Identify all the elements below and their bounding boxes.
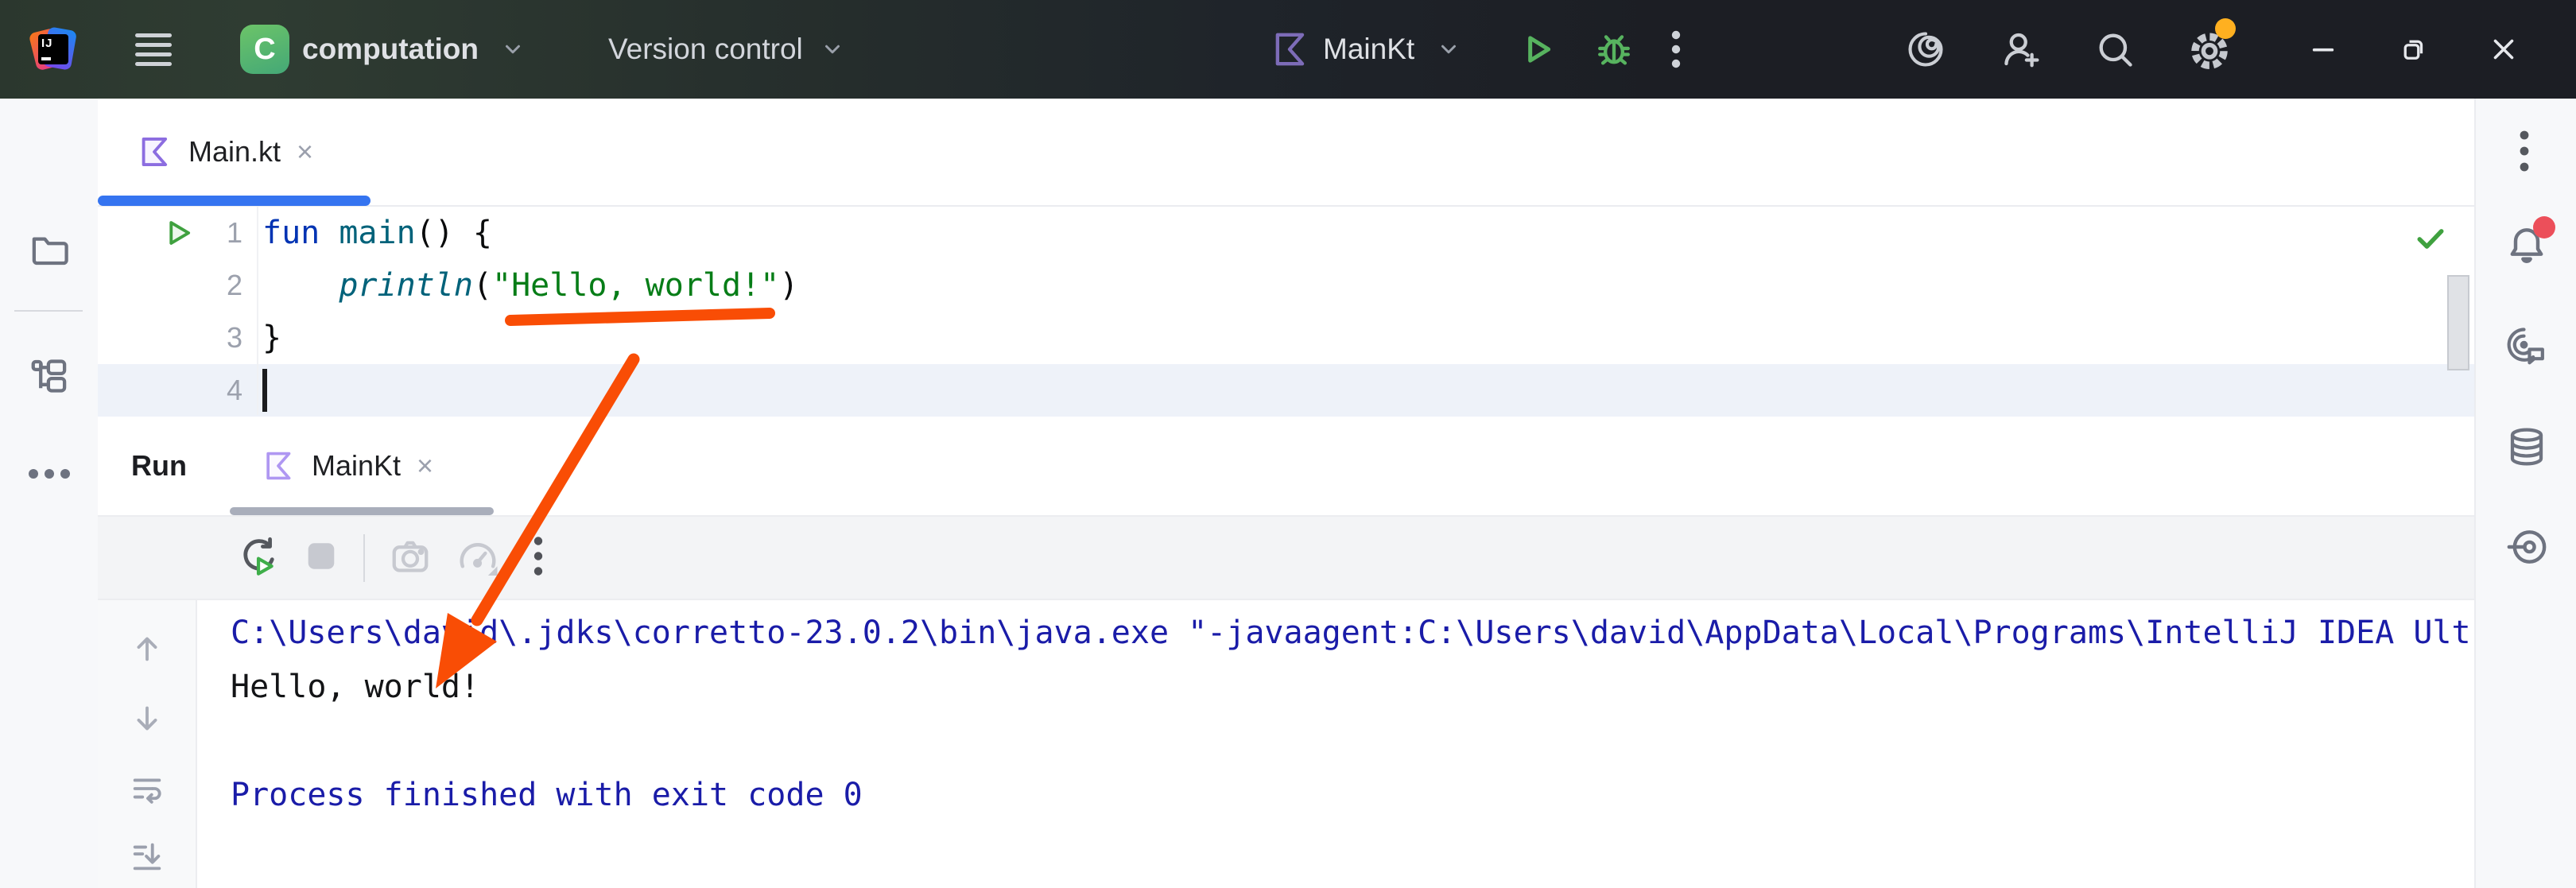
- left-tool-window-bar: [0, 99, 99, 888]
- title-bar: IJ C computation Version control MainKt: [0, 0, 2576, 99]
- right-tool-window-bar: [2474, 99, 2576, 888]
- project-widget[interactable]: C computation: [240, 0, 525, 99]
- inspections-ok-icon[interactable]: [2413, 221, 2448, 260]
- down-arrow-icon[interactable]: [129, 700, 165, 741]
- minimize-button[interactable]: [2310, 36, 2337, 63]
- titlebar-right-icons: [1905, 0, 2231, 99]
- active-tab-indicator: [98, 196, 370, 206]
- ai-spiral-icon[interactable]: [1905, 29, 1946, 70]
- text-caret: [262, 369, 267, 412]
- run-tab-indicator: [230, 507, 494, 515]
- close-tab-icon[interactable]: ×: [297, 138, 313, 166]
- notifications-bell-icon[interactable]: [2504, 223, 2549, 271]
- structure-icon[interactable]: [28, 355, 71, 401]
- project-folder-icon[interactable]: [28, 227, 71, 274]
- chevron-down-icon: [1437, 37, 1461, 61]
- search-icon[interactable]: [2094, 29, 2136, 70]
- vcs-label: Version control: [608, 33, 803, 66]
- gradle-icon[interactable]: [2504, 525, 2549, 573]
- scrollbar-thumb[interactable]: [2447, 275, 2469, 370]
- console-output: C:\Users\david\.jdks\corretto-23.0.2\bin…: [231, 606, 2471, 822]
- console-line: C:\Users\david\.jdks\corretto-23.0.2\bin…: [231, 606, 2471, 660]
- tab-main-kt[interactable]: Main.kt ×: [130, 99, 320, 205]
- profiler-gauge-icon[interactable]: [456, 533, 500, 582]
- divider: [14, 310, 83, 312]
- code-lines: fun main() { println("Hello, world!")}: [262, 207, 2409, 417]
- code-line: fun main() {: [262, 207, 2409, 259]
- console-toolbar: [98, 600, 197, 888]
- settings-gear-icon[interactable]: [2188, 28, 2231, 71]
- soft-wrap-icon[interactable]: [129, 770, 165, 811]
- code-editor[interactable]: 1234 fun main() { println("Hello, world!…: [98, 207, 2474, 417]
- console-line: Hello, world!: [231, 660, 2471, 714]
- line-number: 2: [195, 259, 242, 312]
- run-console[interactable]: C:\Users\david\.jdks\corretto-23.0.2\bin…: [98, 600, 2474, 888]
- scroll-to-end-icon[interactable]: [129, 839, 165, 879]
- run-line-icon[interactable]: [161, 216, 195, 254]
- run-icon[interactable]: [1517, 29, 1557, 69]
- more-tool-windows-icon[interactable]: [25, 458, 73, 494]
- code-line: println("Hello, world!"): [262, 259, 2409, 312]
- restore-button[interactable]: [2399, 35, 2427, 64]
- database-icon[interactable]: [2505, 425, 2548, 473]
- rerun-icon[interactable]: [236, 534, 279, 581]
- kotlin-config-icon: [1269, 29, 1310, 70]
- intellij-logo-icon: IJ: [30, 0, 76, 99]
- run-tab-mainkt[interactable]: MainKt ×: [261, 417, 433, 515]
- gutter-separator: [257, 207, 258, 415]
- settings-badge: [2215, 18, 2236, 39]
- notification-dot: [2533, 216, 2555, 238]
- close-run-tab-icon[interactable]: ×: [417, 452, 433, 480]
- ai-chat-icon[interactable]: [2504, 324, 2549, 373]
- add-user-icon[interactable]: [1999, 28, 2042, 71]
- ide-window: IJ C computation Version control MainKt: [0, 0, 2576, 888]
- line-number: 1: [195, 207, 242, 259]
- chevron-down-icon: [821, 37, 844, 61]
- project-avatar: C: [240, 25, 289, 74]
- run-config-widget[interactable]: MainKt: [1269, 0, 1461, 99]
- tab-label: Main.kt: [188, 135, 281, 169]
- kotlin-run-icon: [261, 448, 296, 483]
- chevron-down-icon: [501, 37, 525, 61]
- run-tab-label: MainKt: [312, 449, 401, 483]
- run-panel-title: Run: [131, 417, 187, 515]
- window-controls: [2310, 0, 2518, 99]
- run-tool-window-header: Run MainKt ×: [98, 417, 2474, 517]
- main-menu-icon[interactable]: [132, 0, 175, 99]
- run-toolbar: [98, 517, 2474, 600]
- line-number: 4: [195, 364, 242, 417]
- vcs-widget[interactable]: Version control: [608, 0, 844, 99]
- code-line: [262, 364, 2409, 417]
- console-line: [231, 714, 2471, 768]
- line-number: 3: [195, 312, 242, 364]
- editor-tab-bar: Main.kt ×: [98, 99, 2474, 207]
- up-arrow-icon[interactable]: [129, 630, 165, 671]
- console-line: Process finished with exit code 0: [231, 768, 2471, 822]
- project-name: computation: [302, 33, 479, 66]
- debug-icon[interactable]: [1593, 29, 1635, 70]
- code-line: }: [262, 312, 2409, 364]
- run-config-name: MainKt: [1323, 33, 1414, 66]
- more-icon[interactable]: [1671, 29, 1681, 70]
- snapshot-camera-icon[interactable]: [389, 534, 432, 581]
- tab-options-icon[interactable]: [2520, 127, 2529, 179]
- close-button[interactable]: [2489, 35, 2518, 64]
- stop-icon[interactable]: [303, 537, 339, 578]
- kotlin-file-icon: [136, 134, 173, 170]
- more-icon[interactable]: [533, 533, 543, 582]
- run-actions: [1517, 0, 1681, 99]
- divider: [363, 534, 365, 582]
